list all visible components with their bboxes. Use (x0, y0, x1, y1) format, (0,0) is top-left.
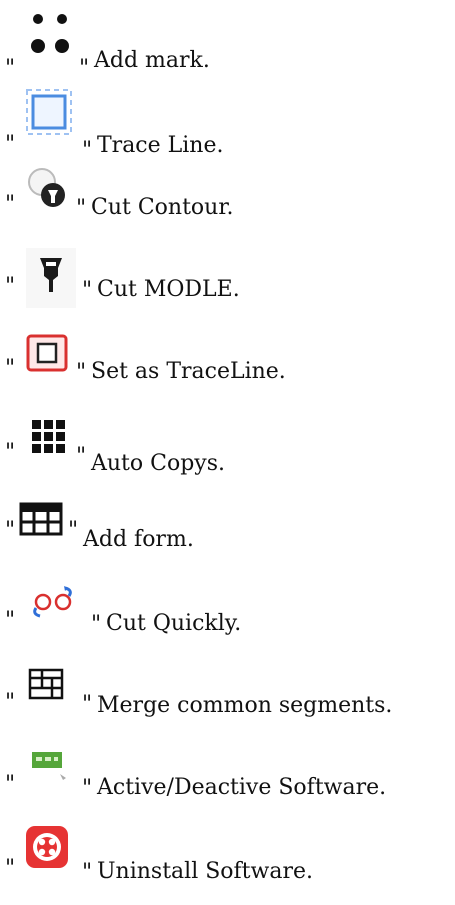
close-quote: " (82, 692, 93, 717)
open-quote: " (5, 356, 16, 381)
active-software-icon (22, 744, 76, 788)
close-quote: " (79, 56, 90, 81)
close-quote: " (82, 776, 93, 801)
four-dots-icon (26, 8, 76, 58)
label-trace-line: Trace Line. (97, 133, 224, 158)
label-merge-common-segments: Merge common segments. (97, 693, 393, 718)
open-quote: " (5, 690, 16, 715)
open-quote: " (5, 856, 16, 881)
cut-contour-icon (20, 166, 80, 216)
add-form-table-icon (18, 500, 66, 540)
open-quote: " (5, 518, 16, 543)
open-quote: " (5, 608, 16, 633)
set-traceline-icon (26, 332, 74, 380)
cut-quickly-icon (26, 580, 86, 624)
label-cut-modle: Cut MODLE. (97, 277, 240, 302)
label-cut-contour: Cut Contour. (91, 195, 234, 220)
open-quote: " (5, 132, 16, 157)
merge-segments-icon (26, 666, 70, 706)
auto-copy-grid-icon (26, 416, 74, 464)
close-quote: " (68, 518, 79, 543)
cut-model-icon (26, 248, 76, 308)
open-quote: " (5, 440, 16, 465)
uninstall-software-icon (24, 824, 74, 874)
open-quote: " (5, 274, 16, 299)
open-quote: " (5, 56, 16, 81)
open-quote: " (5, 772, 16, 797)
label-uninstall-software: Uninstall Software. (97, 859, 314, 884)
label-add-mark: Add mark. (94, 48, 210, 73)
label-active-deactive-software: Active/Deactive Software. (97, 775, 387, 800)
close-quote: " (91, 612, 102, 637)
label-add-form: Add form. (83, 527, 194, 552)
close-quote: " (76, 444, 87, 469)
label-cut-quickly: Cut Quickly. (106, 611, 242, 636)
label-auto-copys: Auto Copys. (91, 451, 226, 476)
close-quote: " (76, 360, 87, 385)
close-quote: " (82, 278, 93, 303)
close-quote: " (82, 138, 93, 163)
close-quote: " (76, 196, 87, 221)
close-quote: " (82, 860, 93, 885)
trace-line-icon (20, 84, 80, 144)
open-quote: " (5, 192, 16, 217)
label-set-as-traceline: Set as TraceLine. (91, 359, 286, 384)
